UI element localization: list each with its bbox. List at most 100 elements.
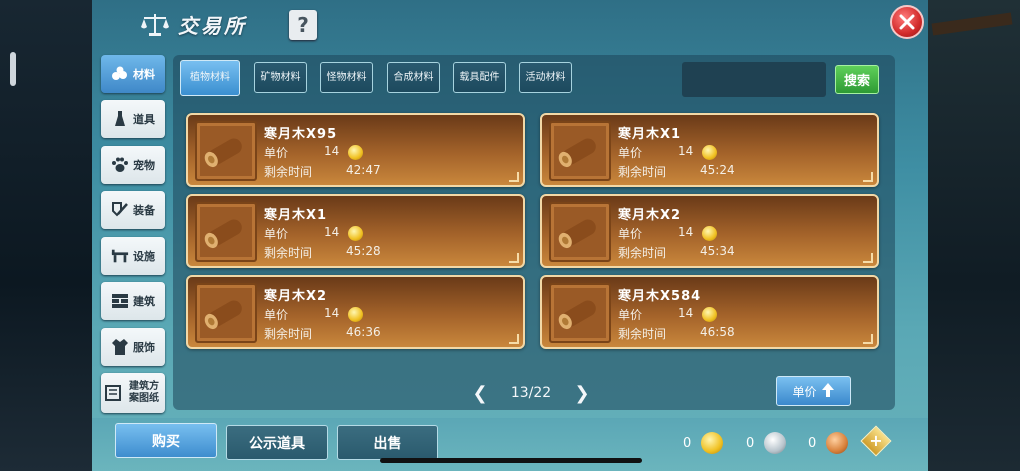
sell-button[interactable]: 出售 (337, 425, 438, 460)
listing-card[interactable]: 寒月木X1 单价 14 剩余时间 45:24 (540, 113, 879, 187)
item-price: 14 (678, 306, 694, 320)
tab-vehicle-parts[interactable]: 载具配件 (453, 62, 506, 93)
card-corner-mark (863, 172, 873, 182)
gold-coin-icon (702, 226, 717, 241)
tab-event-materials[interactable]: 活动材料 (519, 62, 572, 93)
scale-icon (140, 9, 170, 39)
sidebar-item-clothing[interactable]: 服饰 (101, 328, 165, 366)
sidebar-item-label: 服饰 (133, 341, 155, 354)
item-time-left: 42:47 (346, 163, 381, 177)
public-items-button[interactable]: 公示道具 (226, 425, 328, 460)
tab-monster-materials[interactable]: 怪物材料 (320, 62, 373, 93)
price-label: 单价 (618, 227, 643, 241)
sidebar-item-label: 建筑方案图纸 (129, 381, 159, 404)
time-left-label: 剩余时间 (264, 327, 313, 341)
card-corner-mark (863, 253, 873, 263)
sidebar-item-label: 宠物 (133, 159, 155, 172)
tab-plant-materials[interactable]: 植物材料 (180, 60, 240, 96)
price-label: 单价 (264, 146, 289, 160)
item-price: 14 (678, 144, 694, 158)
pagination: ❮ 13/22 ❯ (470, 380, 592, 406)
price-label: 单价 (618, 146, 643, 160)
sidebar-item-label: 设施 (133, 250, 155, 263)
sidebar-item-equipment[interactable]: 装备 (101, 191, 165, 229)
copper-coin-icon (826, 432, 849, 454)
wood-log-icon (549, 283, 611, 343)
bottom-bar (92, 418, 928, 471)
time-left-label: 剩余时间 (618, 246, 667, 260)
sidebar-item-pets[interactable]: 宠物 (101, 146, 165, 184)
gold-amount: 0 (683, 435, 692, 451)
price-label: 单价 (264, 227, 289, 241)
sidebar-item-items[interactable]: 道具 (101, 100, 165, 138)
paw-icon (111, 156, 129, 174)
card-corner-mark (509, 334, 519, 344)
sidebar-item-facilities[interactable]: 设施 (101, 237, 165, 275)
listing-card[interactable]: 寒月木X95 单价 14 剩余时间 42:47 (186, 113, 525, 187)
search-input[interactable] (682, 62, 826, 97)
prev-page-button[interactable]: ❮ (470, 383, 490, 404)
copper-currency: 0 (808, 432, 849, 454)
item-time-left: 45:28 (346, 244, 381, 258)
sidebar-item-buildings[interactable]: 建筑 (101, 282, 165, 320)
help-button[interactable]: ? (289, 10, 317, 40)
page-indicator: 13/22 (510, 385, 552, 401)
sort-by-price-button[interactable]: 单价 (776, 376, 851, 406)
sidebar-item-blueprints[interactable]: 建筑方案图纸 (101, 373, 165, 413)
background-right (928, 0, 1020, 471)
item-name: 寒月木X2 (264, 289, 328, 304)
item-name: 寒月木X584 (618, 289, 702, 304)
wood-log-icon (195, 202, 257, 262)
listing-card[interactable]: 寒月木X584 单价 14 剩余时间 46:58 (540, 275, 879, 349)
close-icon (899, 14, 915, 30)
brick-icon (111, 292, 129, 310)
wood-log-icon (195, 121, 257, 181)
item-price: 14 (324, 225, 340, 239)
silver-currency: 0 (746, 432, 787, 454)
search-button[interactable]: 搜索 (835, 65, 879, 94)
price-label: 单价 (618, 308, 643, 322)
sidebar-item-label: 材料 (133, 68, 155, 81)
sidebar-item-materials[interactable]: 材料 (101, 55, 165, 93)
listing-card[interactable]: 寒月木X2 单价 14 剩余时间 46:36 (186, 275, 525, 349)
blueprint-icon (104, 384, 122, 402)
sidebar-item-label: 道具 (133, 113, 155, 126)
item-time-left: 45:34 (700, 244, 735, 258)
item-name: 寒月木X1 (264, 208, 328, 223)
potion-icon (111, 110, 129, 128)
next-page-button[interactable]: ❯ (572, 383, 592, 404)
gold-coin-icon (701, 432, 724, 454)
item-time-left: 46:58 (700, 325, 735, 339)
page-title: 交易所 (178, 13, 247, 38)
sidebar-item-label: 装备 (133, 204, 155, 217)
facility-icon (111, 247, 129, 265)
close-button[interactable] (890, 5, 924, 39)
gold-coin-icon (348, 145, 363, 160)
item-price: 14 (324, 306, 340, 320)
listing-card[interactable]: 寒月木X1 单价 14 剩余时间 45:28 (186, 194, 525, 268)
silver-coin-icon (764, 432, 787, 454)
time-left-label: 剩余时间 (264, 165, 313, 179)
wood-log-icon (195, 283, 257, 343)
item-price: 14 (678, 225, 694, 239)
gold-coin-icon (702, 307, 717, 322)
time-left-label: 剩余时间 (618, 327, 667, 341)
item-name: 寒月木X1 (618, 127, 682, 142)
buy-button[interactable]: 购买 (115, 423, 217, 458)
wood-log-icon (549, 121, 611, 181)
item-time-left: 45:24 (700, 163, 735, 177)
clothing-icon (111, 338, 129, 356)
sort-label: 单价 (792, 384, 817, 399)
side-pull-handle[interactable] (10, 52, 16, 86)
tab-crafting-materials[interactable]: 合成材料 (387, 62, 440, 93)
plus-icon: + (869, 431, 883, 450)
sidebar-item-label: 建筑 (133, 295, 155, 308)
home-indicator[interactable] (380, 458, 642, 463)
item-name: 寒月木X95 (264, 127, 338, 142)
gold-coin-icon (348, 226, 363, 241)
card-corner-mark (509, 172, 519, 182)
gold-coin-icon (702, 145, 717, 160)
card-corner-mark (863, 334, 873, 344)
listing-card[interactable]: 寒月木X2 单价 14 剩余时间 45:34 (540, 194, 879, 268)
tab-mineral-materials[interactable]: 矿物材料 (254, 62, 307, 93)
